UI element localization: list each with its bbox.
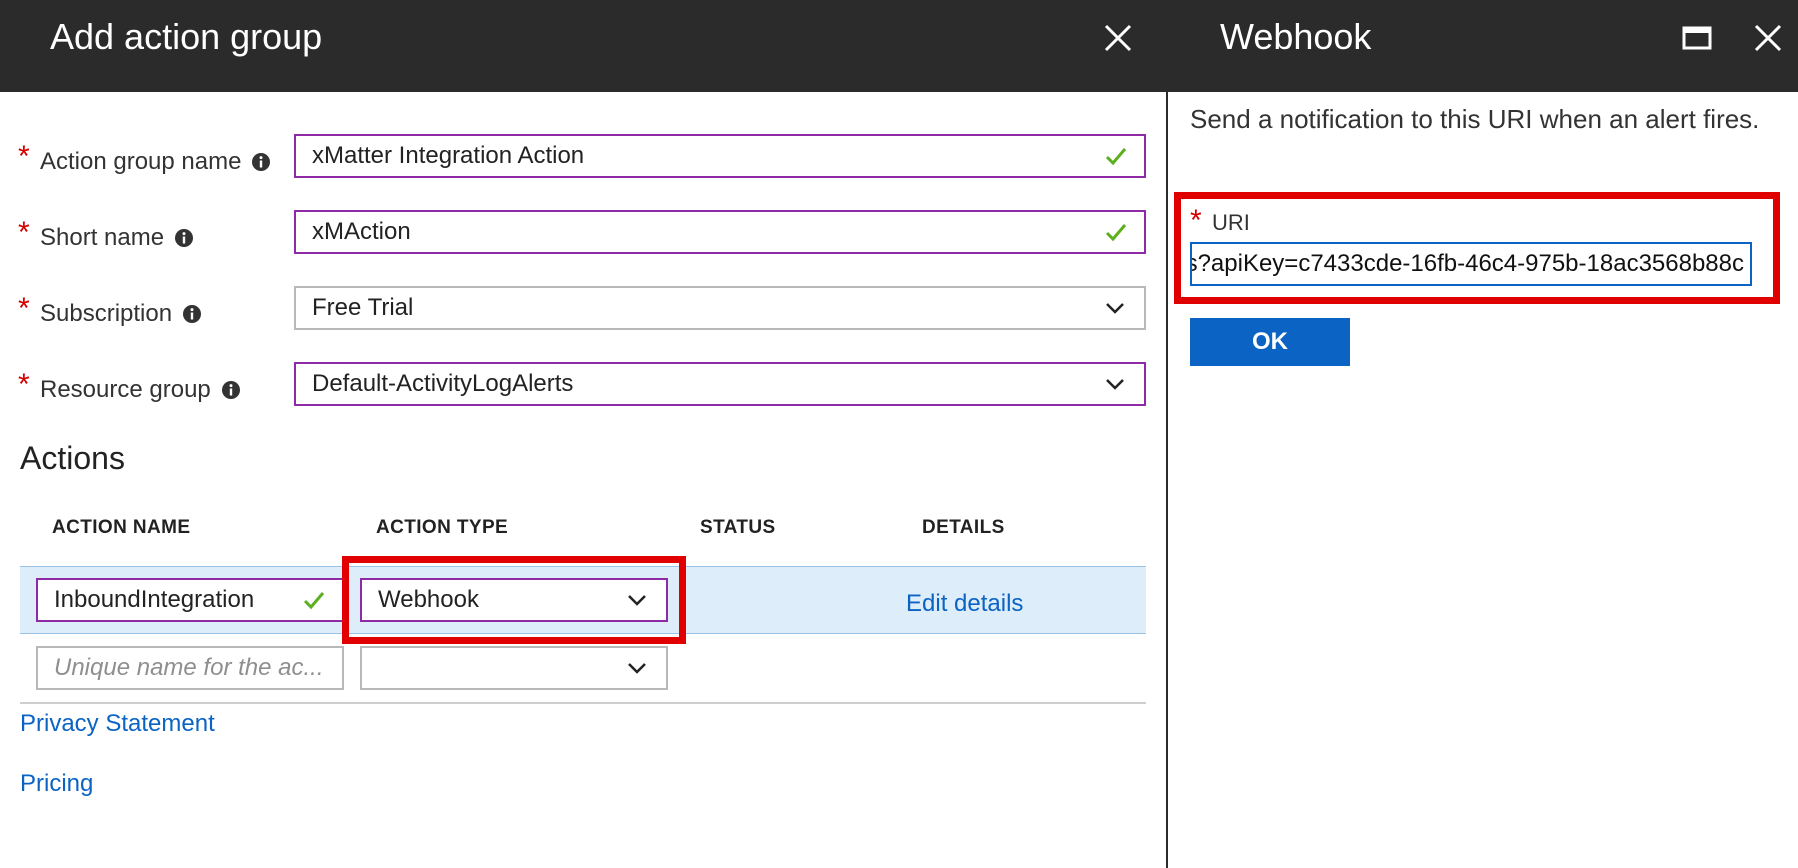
actions-section-title: Actions	[20, 440, 125, 476]
blade-title: Add action group	[50, 16, 323, 57]
short-name-label: Short name	[40, 224, 194, 252]
chevron-down-icon[interactable]	[1102, 295, 1128, 321]
action-group-name-label: Action group name	[40, 148, 271, 176]
info-icon[interactable]	[221, 380, 241, 400]
action-name-input[interactable]: InboundIntegration	[36, 578, 344, 622]
new-action-name-input[interactable]: Unique name for the ac...	[36, 646, 344, 690]
label-text: Short name	[40, 224, 165, 251]
close-icon[interactable]	[1098, 18, 1138, 58]
action-type-value[interactable]: Webhook	[378, 586, 624, 614]
close-icon[interactable]	[1748, 18, 1788, 58]
checkmark-icon	[303, 592, 325, 610]
subscription-dropdown[interactable]: Free Trial	[294, 286, 1146, 330]
privacy-statement-link[interactable]: Privacy Statement	[20, 710, 215, 738]
resource-group-value[interactable]: Default-ActivityLogAlerts	[312, 370, 1102, 398]
required-marker: *	[18, 368, 30, 401]
checkmark-icon	[1105, 224, 1127, 242]
webhook-description: Send a notification to this URI when an …	[1190, 104, 1760, 134]
required-marker: *	[18, 292, 30, 325]
uri-label: URI	[1212, 210, 1250, 235]
subscription-value[interactable]: Free Trial	[312, 294, 1102, 322]
label-text: Action group name	[40, 148, 242, 175]
column-header-action-name: ACTION NAME	[52, 517, 191, 538]
edit-details-link[interactable]: Edit details	[906, 590, 1023, 618]
info-icon[interactable]	[182, 304, 202, 324]
action-group-name-input[interactable]: xMatter Integration Action	[294, 134, 1146, 178]
chevron-down-icon[interactable]	[1102, 371, 1128, 397]
label-text: Resource group	[40, 376, 211, 403]
chevron-down-icon[interactable]	[624, 655, 650, 681]
info-icon[interactable]	[174, 228, 194, 248]
new-action-type-dropdown[interactable]	[360, 646, 668, 690]
column-header-details: DETAILS	[922, 517, 1005, 538]
add-action-group-blade: Add action group * Action group name xMa…	[0, 0, 1168, 868]
label-text: Subscription	[40, 300, 173, 327]
action-type-dropdown[interactable]: Webhook	[360, 578, 668, 622]
column-header-action-type: ACTION TYPE	[376, 517, 509, 538]
webhook-blade: Webhook Send a notification to this URI …	[1168, 0, 1798, 868]
action-group-name-value[interactable]: xMatter Integration Action	[312, 142, 1104, 170]
resource-group-label: Resource group	[40, 376, 241, 404]
maximize-icon[interactable]	[1676, 18, 1716, 58]
resource-group-dropdown[interactable]: Default-ActivityLogAlerts	[294, 362, 1146, 406]
blade-header: Webhook	[1168, 0, 1798, 92]
column-header-status: STATUS	[700, 517, 776, 538]
required-marker: *	[1190, 204, 1202, 237]
short-name-input[interactable]: xMAction	[294, 210, 1146, 254]
short-name-value[interactable]: xMAction	[312, 218, 1104, 246]
checkmark-icon	[1105, 148, 1127, 166]
action-name-value[interactable]: InboundIntegration	[54, 586, 302, 614]
required-marker: *	[18, 140, 30, 173]
info-icon[interactable]	[251, 152, 271, 172]
blade-header: Add action group	[0, 0, 1168, 92]
uri-input[interactable]: s?apiKey=c7433cde-16fb-46c4-975b-18ac356…	[1190, 242, 1752, 286]
subscription-label: Subscription	[40, 300, 202, 328]
blade-title: Webhook	[1220, 16, 1372, 57]
ok-button[interactable]: OK	[1190, 318, 1350, 366]
new-action-name-placeholder[interactable]: Unique name for the ac...	[54, 654, 326, 682]
pricing-link[interactable]: Pricing	[20, 770, 93, 798]
row-divider	[20, 702, 1146, 704]
required-marker: *	[18, 216, 30, 249]
chevron-down-icon[interactable]	[624, 587, 650, 613]
uri-value[interactable]: s?apiKey=c7433cde-16fb-46c4-975b-18ac356…	[1192, 250, 1744, 278]
